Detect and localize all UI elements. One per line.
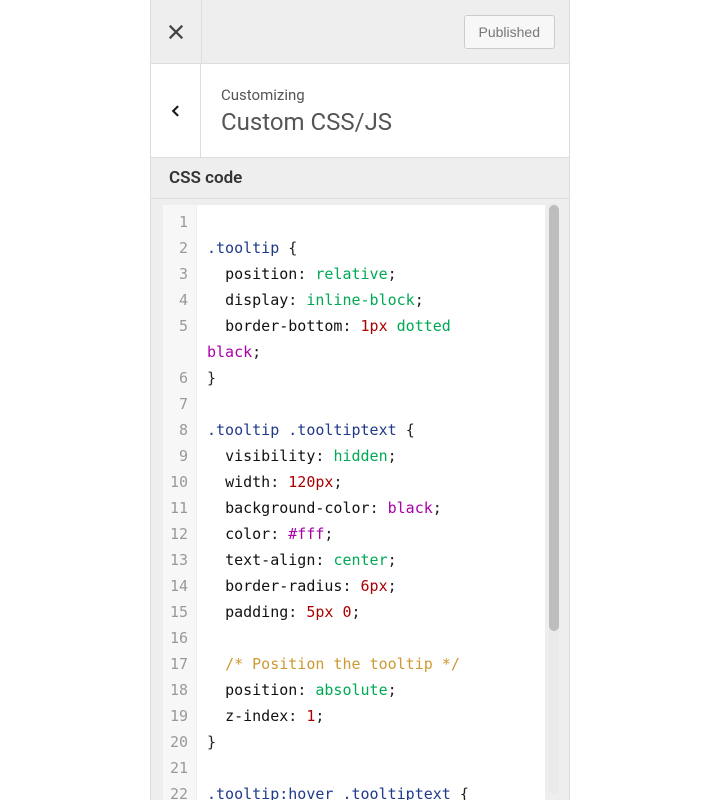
line-number: 22 (169, 781, 188, 800)
line-number: 6 (169, 365, 188, 391)
line-number: 4 (169, 287, 188, 313)
code-line[interactable]: display: inline-block; (207, 287, 469, 313)
line-number: 1 (169, 209, 188, 235)
code-line[interactable]: border-bottom: 1px dotted (207, 313, 469, 339)
line-number: 21 (169, 755, 188, 781)
close-button[interactable] (151, 0, 201, 64)
separator (201, 0, 202, 64)
code-line[interactable]: position: relative; (207, 261, 469, 287)
line-number: 3 (169, 261, 188, 287)
code-line[interactable] (207, 391, 469, 417)
page-title: Custom CSS/JS (221, 108, 392, 136)
line-number: 11 (169, 495, 188, 521)
line-number (169, 339, 188, 365)
close-icon (167, 23, 185, 41)
code-content[interactable]: .tooltip { position: relative; display: … (197, 205, 475, 800)
code-editor-wrap: 12345678910111213141516171819202122 .too… (151, 199, 569, 800)
topbar: Published (151, 0, 569, 64)
publish-status-button[interactable]: Published (464, 15, 556, 49)
line-number: 14 (169, 573, 188, 599)
line-number: 5 (169, 313, 188, 339)
code-line[interactable]: z-index: 1; (207, 703, 469, 729)
code-line[interactable] (207, 625, 469, 651)
code-line[interactable] (207, 209, 469, 235)
code-line[interactable]: .tooltip { (207, 235, 469, 261)
line-number: 18 (169, 677, 188, 703)
line-number: 7 (169, 391, 188, 417)
line-number: 16 (169, 625, 188, 651)
line-number: 15 (169, 599, 188, 625)
code-line[interactable]: background-color: black; (207, 495, 469, 521)
code-line[interactable]: } (207, 729, 469, 755)
code-line[interactable]: text-align: center; (207, 547, 469, 573)
editor-scrollbar[interactable] (549, 203, 559, 794)
line-number: 20 (169, 729, 188, 755)
code-line[interactable] (207, 755, 469, 781)
code-line[interactable]: padding: 5px 0; (207, 599, 469, 625)
code-line[interactable]: .tooltip:hover .tooltiptext { (207, 781, 469, 800)
line-number: 2 (169, 235, 188, 261)
field-label-wrap: CSS code (151, 158, 569, 199)
code-line[interactable]: width: 120px; (207, 469, 469, 495)
code-line[interactable]: border-radius: 6px; (207, 573, 469, 599)
line-number: 17 (169, 651, 188, 677)
code-line[interactable]: /* Position the tooltip */ (207, 651, 469, 677)
code-line[interactable]: } (207, 365, 469, 391)
line-number: 8 (169, 417, 188, 443)
line-number: 13 (169, 547, 188, 573)
code-line[interactable]: visibility: hidden; (207, 443, 469, 469)
field-label: CSS code (151, 168, 569, 188)
line-number: 10 (169, 469, 188, 495)
line-number: 12 (169, 521, 188, 547)
line-number: 9 (169, 443, 188, 469)
back-button[interactable] (151, 64, 201, 158)
line-number-gutter: 12345678910111213141516171819202122 (163, 205, 197, 800)
customizer-panel: Published Customizing Custom CSS/JS CSS … (150, 0, 570, 800)
line-number: 19 (169, 703, 188, 729)
section-header: Customizing Custom CSS/JS (151, 64, 569, 158)
code-line[interactable]: black; (207, 339, 469, 365)
code-editor[interactable]: 12345678910111213141516171819202122 .too… (163, 205, 545, 800)
code-line[interactable]: position: absolute; (207, 677, 469, 703)
breadcrumb: Customizing (221, 86, 392, 104)
scrollbar-thumb[interactable] (549, 205, 559, 631)
code-line[interactable]: color: #fff; (207, 521, 469, 547)
chevron-left-icon (169, 104, 183, 118)
code-line[interactable]: .tooltip .tooltiptext { (207, 417, 469, 443)
